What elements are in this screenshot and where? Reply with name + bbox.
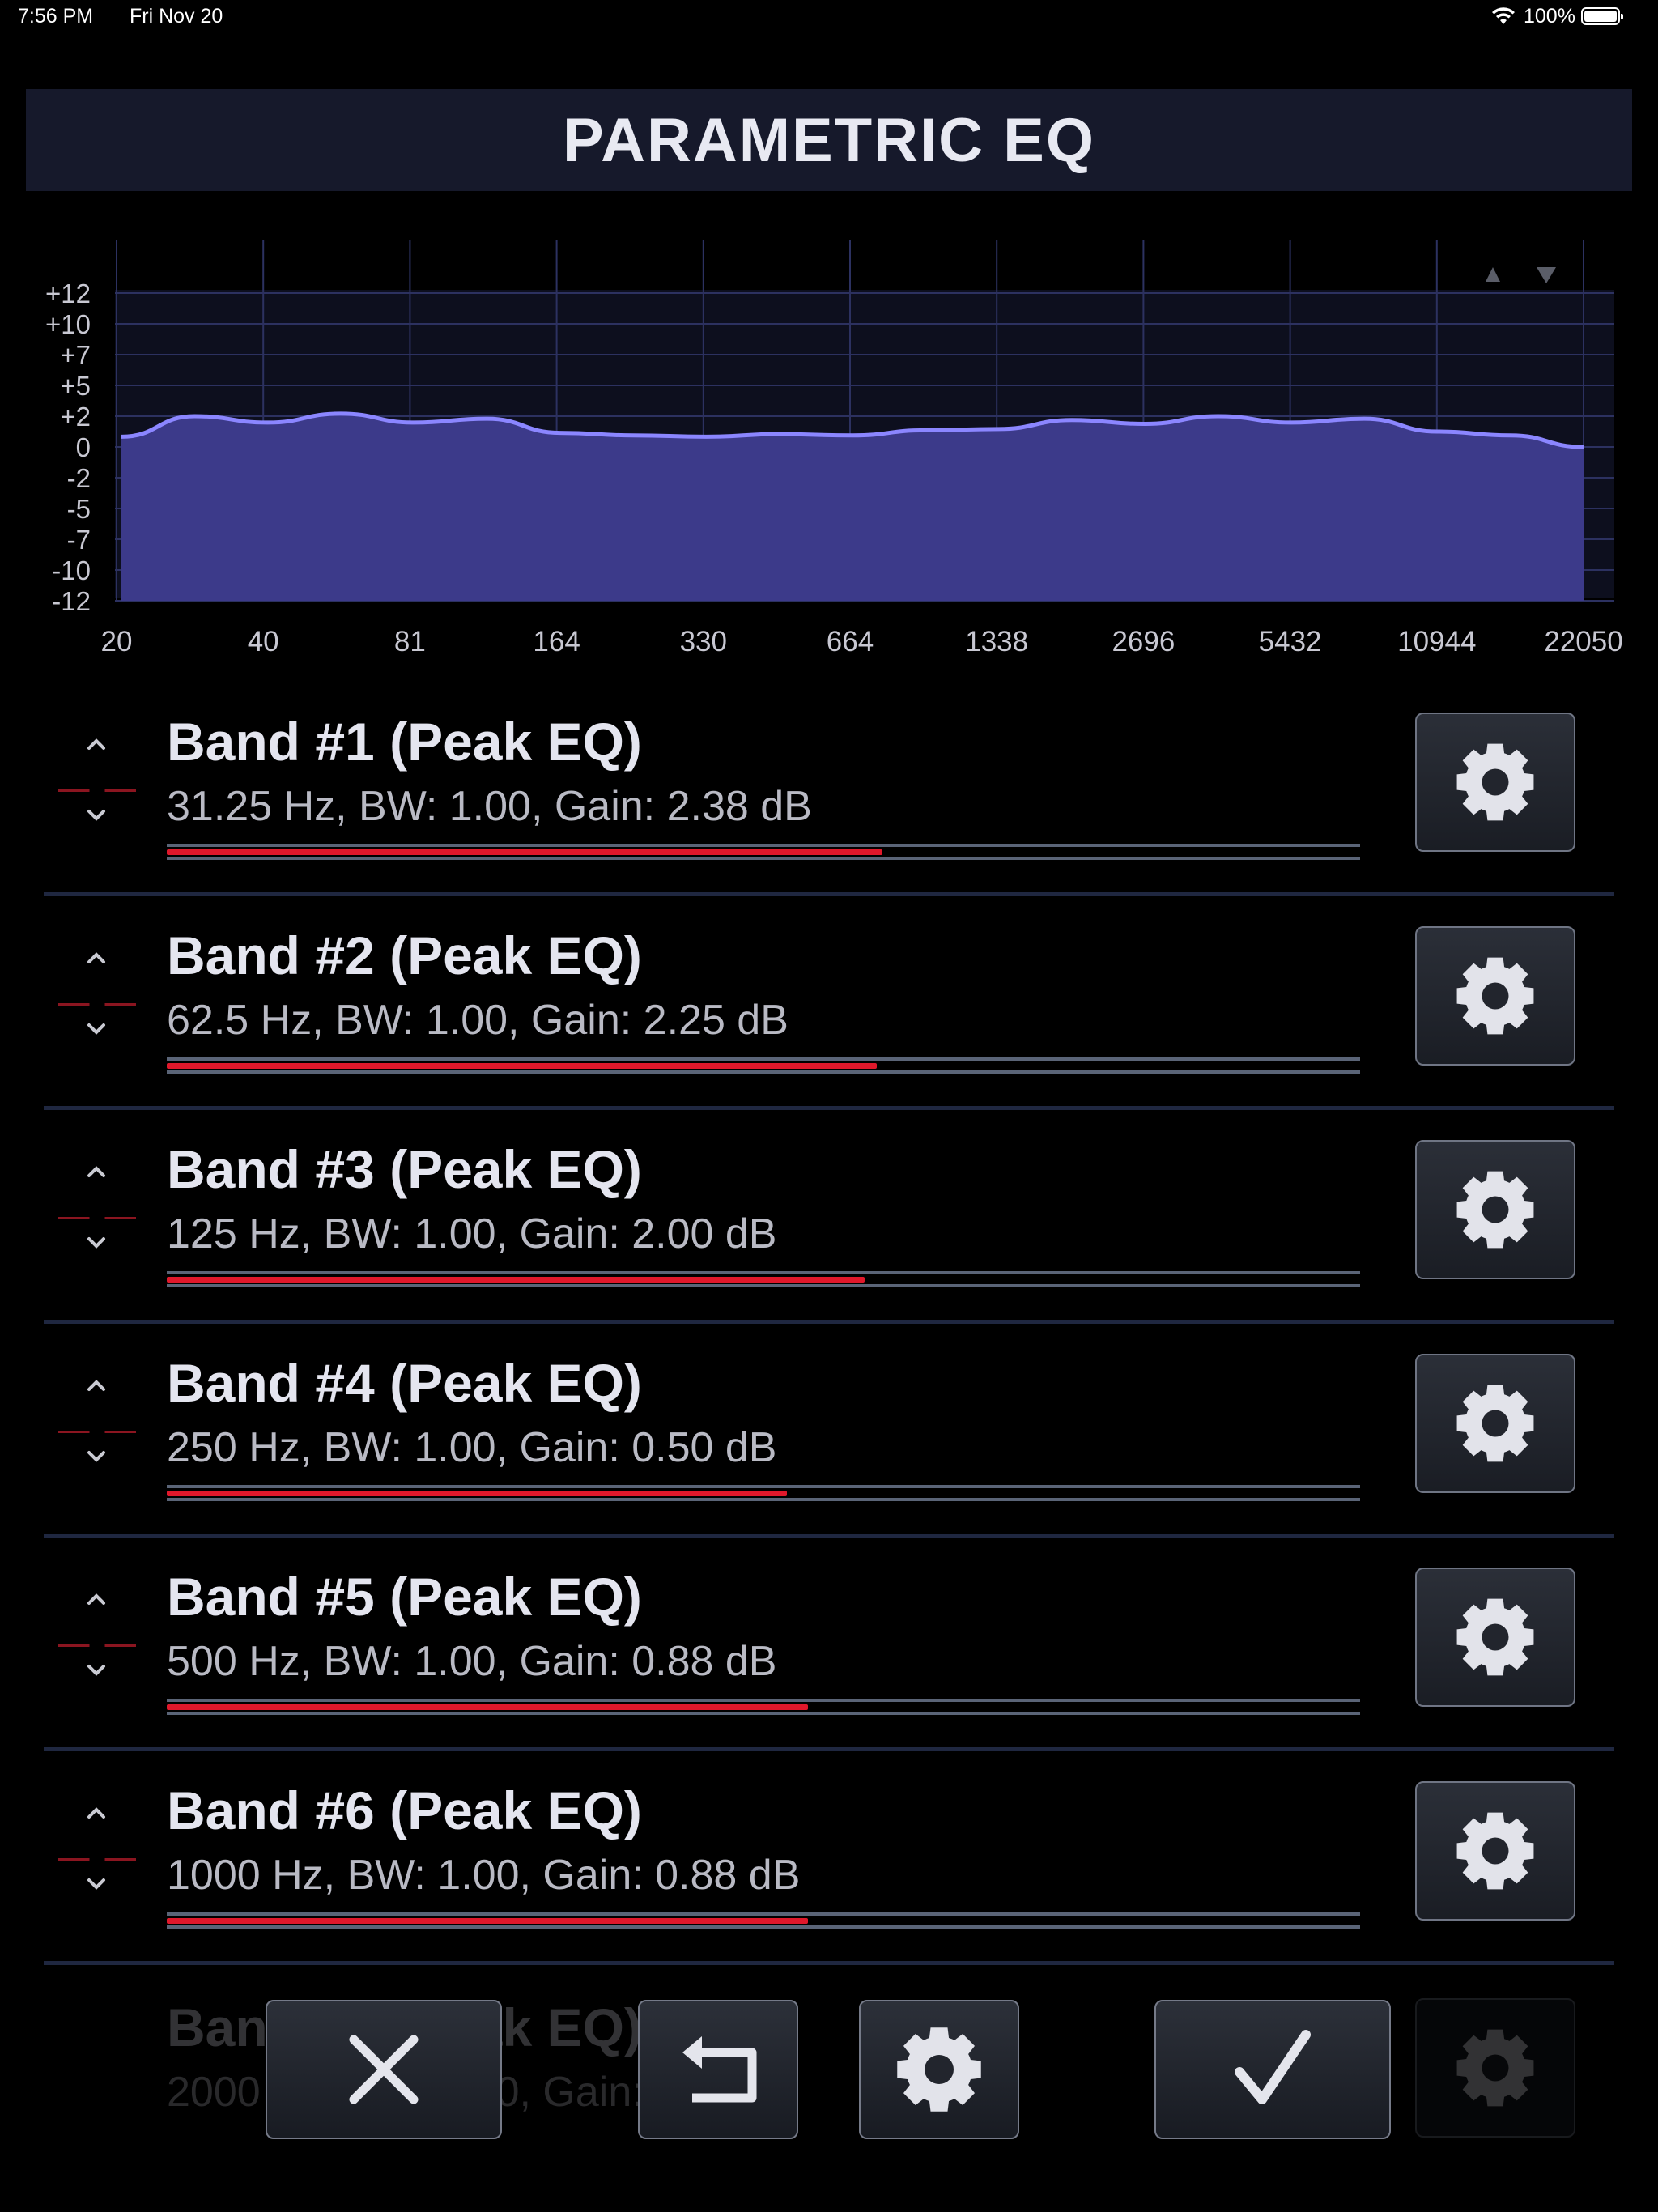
chevron-down-icon[interactable] <box>83 1015 110 1043</box>
band-separator <box>44 1106 1614 1110</box>
band-reorder[interactable] <box>58 1577 136 1707</box>
gear-icon <box>1456 1385 1534 1462</box>
slider-fill <box>167 1491 788 1496</box>
slider-fill <box>167 1063 878 1069</box>
slider-rail-top <box>167 1699 1360 1702</box>
band-params: 500 Hz, BW: 1.00, Gain: 0.88 dB <box>167 1638 777 1685</box>
slider-fill <box>167 849 883 855</box>
band-row-5[interactable]: Band #5 (Peak EQ) 500 Hz, BW: 1.00, Gain… <box>0 1559 1658 1773</box>
gear-icon <box>1456 1171 1534 1249</box>
band-row-partial[interactable]: Band #7 (Peak EQ) 2000 Hz, BW: 1.00, Gai… <box>0 1964 1658 2178</box>
band-row-3[interactable]: Band #3 (Peak EQ) 125 Hz, BW: 1.00, Gain… <box>0 1132 1658 1346</box>
reorder-divider <box>58 1003 136 1006</box>
gear-icon <box>1456 1812 1534 1890</box>
band-params: 62.5 Hz, BW: 1.00, Gain: 2.25 dB <box>167 997 789 1044</box>
chevron-up-icon[interactable] <box>83 1372 110 1399</box>
gear-icon <box>1456 1598 1534 1676</box>
slider-fill <box>167 1918 808 1924</box>
band-separator <box>44 1747 1614 1751</box>
chevron-down-icon[interactable] <box>83 802 110 829</box>
band-name: Band #4 (Peak EQ) <box>167 1353 642 1413</box>
band-reorder[interactable] <box>58 1150 136 1279</box>
band-separator <box>44 892 1614 896</box>
band-settings-button[interactable] <box>1415 926 1575 1066</box>
chevron-up-icon[interactable] <box>83 1799 110 1827</box>
chevron-down-icon[interactable] <box>83 1870 110 1898</box>
gear-icon <box>897 2027 981 2112</box>
chevron-up-icon[interactable] <box>83 1158 110 1185</box>
band-settings-button[interactable] <box>1415 1998 1575 2138</box>
band-reorder[interactable] <box>58 1363 136 1493</box>
slider-rail-bottom <box>167 857 1360 860</box>
band-params: 31.25 Hz, BW: 1.00, Gain: 2.38 dB <box>167 783 812 830</box>
checkmark-icon <box>1235 2030 1311 2104</box>
chevron-down-icon[interactable] <box>83 1443 110 1470</box>
band-separator <box>44 1320 1614 1324</box>
band-name: Band #6 (Peak EQ) <box>167 1780 642 1840</box>
band-name: Band #1 (Peak EQ) <box>167 712 642 772</box>
band-name: Band #5 (Peak EQ) <box>167 1567 642 1627</box>
band-settings-button[interactable] <box>1415 1568 1575 1707</box>
band-reorder[interactable] <box>58 1791 136 1921</box>
slider-rail-top <box>167 1271 1360 1274</box>
band-row-1[interactable]: Band #1 (Peak EQ) 31.25 Hz, BW: 1.00, Ga… <box>0 704 1658 918</box>
band-gain-slider[interactable] <box>167 1912 1360 1929</box>
chevron-down-icon[interactable] <box>83 1657 110 1684</box>
slider-rail-top <box>167 1912 1360 1916</box>
reorder-divider <box>58 1217 136 1219</box>
reorder-divider <box>58 1431 136 1433</box>
band-reorder[interactable] <box>58 722 136 852</box>
reorder-divider <box>58 789 136 792</box>
gear-icon <box>1456 2029 1534 2107</box>
slider-rail-top <box>167 844 1360 847</box>
gear-icon <box>1456 743 1534 821</box>
slider-fill <box>167 1277 865 1283</box>
slider-rail-bottom <box>167 1284 1360 1287</box>
band-params: 250 Hz, BW: 1.00, Gain: 0.50 dB <box>167 1424 777 1471</box>
band-name: Band #3 (Peak EQ) <box>167 1139 642 1199</box>
undo-button[interactable] <box>638 2000 798 2139</box>
reorder-divider <box>58 1858 136 1861</box>
band-params: 1000 Hz, BW: 1.00, Gain: 0.88 dB <box>167 1852 801 1899</box>
band-settings-button[interactable] <box>1415 713 1575 852</box>
undo-icon <box>682 2036 757 2103</box>
band-settings-button[interactable] <box>1415 1140 1575 1279</box>
chevron-down-icon[interactable] <box>83 1229 110 1257</box>
slider-rail-top <box>167 1485 1360 1488</box>
slider-rail-bottom <box>167 1925 1360 1929</box>
band-separator <box>44 1534 1614 1538</box>
band-settings-button[interactable] <box>1415 1781 1575 1921</box>
chevron-up-icon[interactable] <box>83 944 110 972</box>
slider-fill <box>167 1704 808 1710</box>
band-params: 125 Hz, BW: 1.00, Gain: 2.00 dB <box>167 1210 777 1257</box>
band-row-4[interactable]: Band #4 (Peak EQ) 250 Hz, BW: 1.00, Gain… <box>0 1346 1658 1559</box>
cancel-button[interactable] <box>266 2000 502 2139</box>
band-gain-slider[interactable] <box>167 844 1360 860</box>
close-icon <box>349 2035 419 2104</box>
settings-button[interactable] <box>859 2000 1019 2139</box>
reorder-divider <box>58 1644 136 1647</box>
band-name: Band #2 (Peak EQ) <box>167 925 642 985</box>
band-gain-slider[interactable] <box>167 1057 1360 1074</box>
slider-rail-top <box>167 1057 1360 1061</box>
slider-rail-bottom <box>167 1070 1360 1074</box>
band-settings-button[interactable] <box>1415 1354 1575 1493</box>
slider-rail-bottom <box>167 1498 1360 1501</box>
chevron-up-icon[interactable] <box>83 1585 110 1613</box>
band-reorder[interactable] <box>58 936 136 1066</box>
band-list: Band #1 (Peak EQ) 31.25 Hz, BW: 1.00, Ga… <box>0 0 1658 2212</box>
band-row-2[interactable]: Band #2 (Peak EQ) 62.5 Hz, BW: 1.00, Gai… <box>0 918 1658 1132</box>
band-gain-slider[interactable] <box>167 1699 1360 1715</box>
gear-icon <box>1456 957 1534 1035</box>
confirm-button[interactable] <box>1154 2000 1391 2139</box>
slider-rail-bottom <box>167 1712 1360 1715</box>
band-gain-slider[interactable] <box>167 1271 1360 1287</box>
chevron-up-icon[interactable] <box>83 730 110 758</box>
band-row-6[interactable]: Band #6 (Peak EQ) 1000 Hz, BW: 1.00, Gai… <box>0 1773 1658 1987</box>
band-gain-slider[interactable] <box>167 1485 1360 1501</box>
